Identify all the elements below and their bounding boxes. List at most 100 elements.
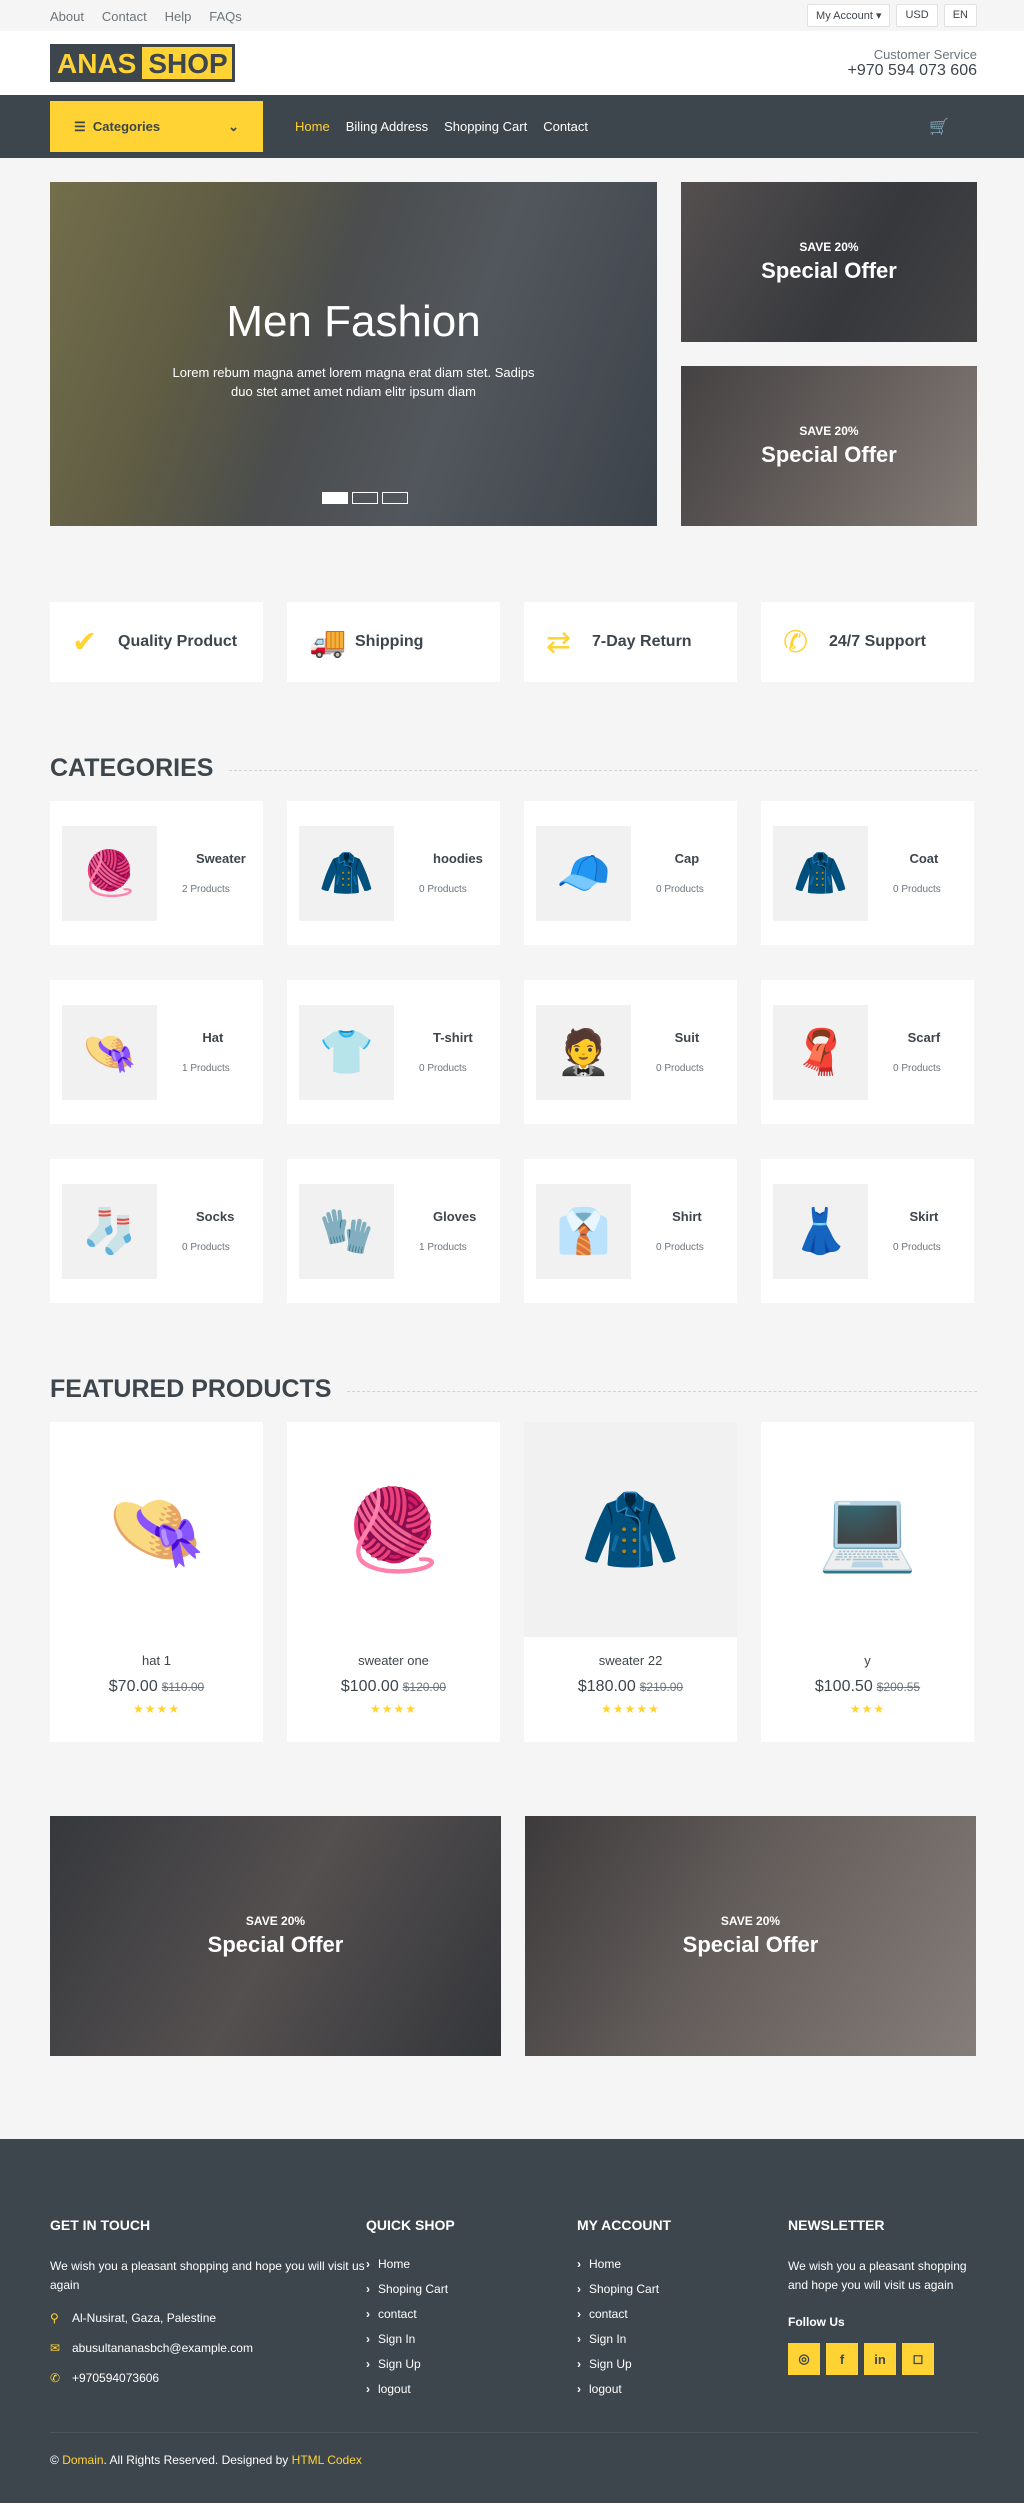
copyright-domain-link[interactable]: Domain <box>62 2453 103 2467</box>
footer-link-contact[interactable]: contact <box>366 2307 577 2321</box>
exchange-icon: ⇄ <box>546 625 572 659</box>
product-name[interactable]: sweater 22 <box>524 1653 737 1668</box>
logo[interactable]: ANAS SHOP <box>50 44 235 82</box>
hero-carousel[interactable]: Men Fashion Lorem rebum magna amet lorem… <box>50 182 657 526</box>
footer-link-cart[interactable]: Shoping Cart <box>577 2282 788 2296</box>
product-image[interactable]: 👒 <box>50 1422 263 1637</box>
top-link-faqs[interactable]: FAQs <box>209 9 242 24</box>
category-card[interactable]: 🧤 Gloves 1 Products <box>287 1159 500 1303</box>
cart-icon[interactable]: 🛒 <box>929 117 949 137</box>
category-name: Hat <box>202 1030 224 1045</box>
product-card[interactable]: 👒 hat 1 $70.00 $110.00 ★★★★ <box>50 1422 263 1742</box>
category-card[interactable]: 🧶 Sweater 2 Products <box>50 801 263 945</box>
footer-link-home[interactable]: Home <box>577 2257 788 2271</box>
nav-billing-address[interactable]: Biling Address <box>346 119 428 134</box>
offer-card-1[interactable]: SAVE 20% Special Offer <box>681 182 977 342</box>
category-image: 👗 <box>773 1183 868 1279</box>
product-old-price: $120.00 <box>402 1680 447 1694</box>
carousel-dot-3[interactable] <box>382 492 408 504</box>
top-link-about[interactable]: About <box>50 9 84 24</box>
category-card[interactable]: 👒 Hat 1 Products <box>50 980 263 1124</box>
footer-link-logout[interactable]: logout <box>577 2382 788 2396</box>
category-name: Shirt <box>672 1209 702 1224</box>
offer-banner-2[interactable]: SAVE 20% Special Offer <box>525 1816 976 2056</box>
features: ✔ Quality Product 🚚 Shipping ⇄ 7-Day Return… <box>50 602 977 682</box>
instagram-icon[interactable]: ◻ <box>902 2343 934 2375</box>
product-card[interactable]: 💻 y $100.50 $200.55 ★★★ <box>761 1422 974 1742</box>
linkedin-icon[interactable]: in <box>864 2343 896 2375</box>
feature-return: ⇄ 7-Day Return <box>524 602 737 682</box>
category-card[interactable]: 🧢 Cap 0 Products <box>524 801 737 945</box>
offer-title: Special Offer <box>682 1932 819 1957</box>
carousel-dot-1[interactable] <box>322 492 348 504</box>
footer-link-logout[interactable]: logout <box>366 2382 577 2396</box>
category-card[interactable]: 👔 Shirt 0 Products <box>524 1159 737 1303</box>
caret-down-icon: ▾ <box>875 10 882 22</box>
category-grid: 🧶 Sweater 2 Products 🧥 hoodies 0 Products 🧢 Cap… <box>50 801 977 1303</box>
product-old-price: $200.55 <box>876 1680 921 1694</box>
nav-shopping-cart[interactable]: Shopping Cart <box>444 119 527 134</box>
category-card[interactable]: 🧥 hoodies 0 Products <box>287 801 500 945</box>
product-image[interactable]: 🧶 <box>287 1422 500 1637</box>
categories-button[interactable]: ☰ Categories ⌄ <box>50 101 263 152</box>
menu-icon: ☰ <box>74 118 86 134</box>
category-count: 0 Products <box>656 1242 704 1253</box>
category-name: T-shirt <box>433 1030 473 1045</box>
chevron-down-icon: ⌄ <box>228 118 239 134</box>
category-card[interactable]: 🧦 Socks 0 Products <box>50 1159 263 1303</box>
offer-banner-1[interactable]: SAVE 20% Special Offer <box>50 1816 501 2056</box>
product-name[interactable]: y <box>761 1653 974 1668</box>
hero-text: Lorem rebum magna amet lorem magna erat … <box>172 365 535 399</box>
nav-home[interactable]: Home <box>295 119 330 134</box>
copyright-designer-link[interactable]: HTML Codex <box>292 2453 362 2467</box>
footer-link-signup[interactable]: Sign Up <box>366 2357 577 2371</box>
category-card[interactable]: 🧣 Scarf 0 Products <box>761 980 974 1124</box>
footer-link-home[interactable]: Home <box>366 2257 577 2271</box>
footer: Get In Touch We wish you a pleasant shop… <box>0 2139 1024 2503</box>
feature-support: ✆ 24/7 Support <box>761 602 974 682</box>
carousel-dot-2[interactable] <box>352 492 378 504</box>
footer-link-cart[interactable]: Shoping Cart <box>366 2282 577 2296</box>
top-link-help[interactable]: Help <box>165 9 192 24</box>
product-grid: 👒 hat 1 $70.00 $110.00 ★★★★ 🧶 sweater one $100.… <box>50 1422 977 1742</box>
feature-quality: ✔ Quality Product <box>50 602 263 682</box>
product-image[interactable]: 🧥 <box>524 1422 737 1637</box>
category-count: 0 Products <box>182 1242 230 1253</box>
language-dropdown[interactable]: EN <box>943 4 977 27</box>
product-price-row: $100.50 $200.55 <box>761 1678 974 1696</box>
category-name: Skirt <box>909 1209 939 1224</box>
my-account-label: My Account <box>816 10 873 22</box>
follow-us-label: Follow Us <box>788 2315 845 2329</box>
facebook-icon[interactable]: f <box>826 2343 858 2375</box>
offer-save-label: SAVE 20% <box>799 240 859 254</box>
customer-service-phone: +970 594 073 606 <box>847 61 977 79</box>
header: ANAS SHOP Customer Service +970 594 073 … <box>0 31 1024 95</box>
offer-card-2[interactable]: SAVE 20% Special Offer <box>681 366 977 526</box>
github-icon[interactable]: ◎ <box>788 2343 820 2375</box>
product-card[interactable]: 🧥 sweater 22 $180.00 $210.00 ★★★★★ <box>524 1422 737 1742</box>
categories-section-title: Categories <box>50 754 977 783</box>
category-card[interactable]: 🤵 Suit 0 Products <box>524 980 737 1124</box>
category-card[interactable]: 👗 Skirt 0 Products <box>761 1159 974 1303</box>
offer-title: Special Offer <box>761 442 897 467</box>
my-account-dropdown[interactable]: My Account ▾ <box>807 4 891 27</box>
footer-link-contact[interactable]: contact <box>577 2307 788 2321</box>
product-name[interactable]: hat 1 <box>50 1653 263 1668</box>
currency-dropdown[interactable]: USD <box>896 4 938 27</box>
product-card[interactable]: 🧶 sweater one $100.00 $120.00 ★★★★ <box>287 1422 500 1742</box>
product-image[interactable]: 💻 <box>761 1422 974 1637</box>
footer-email[interactable]: abusultananasbch@example.com <box>72 2341 253 2355</box>
footer-phone[interactable]: +970594073606 <box>72 2371 159 2385</box>
nav-contact[interactable]: Contact <box>543 119 588 134</box>
category-count: 0 Products <box>893 884 941 895</box>
footer-heading: Quick Shop <box>366 2217 455 2233</box>
category-card[interactable]: 🧥 Coat 0 Products <box>761 801 974 945</box>
footer-link-signin[interactable]: Sign In <box>577 2332 788 2346</box>
category-count: 0 Products <box>419 884 467 895</box>
product-name[interactable]: sweater one <box>287 1653 500 1668</box>
category-card[interactable]: 👕 T-shirt 0 Products <box>287 980 500 1124</box>
footer-link-signup[interactable]: Sign Up <box>577 2357 788 2371</box>
footer-link-signin[interactable]: Sign In <box>366 2332 577 2346</box>
feature-shipping: 🚚 Shipping <box>287 602 500 682</box>
top-link-contact[interactable]: Contact <box>102 9 147 24</box>
